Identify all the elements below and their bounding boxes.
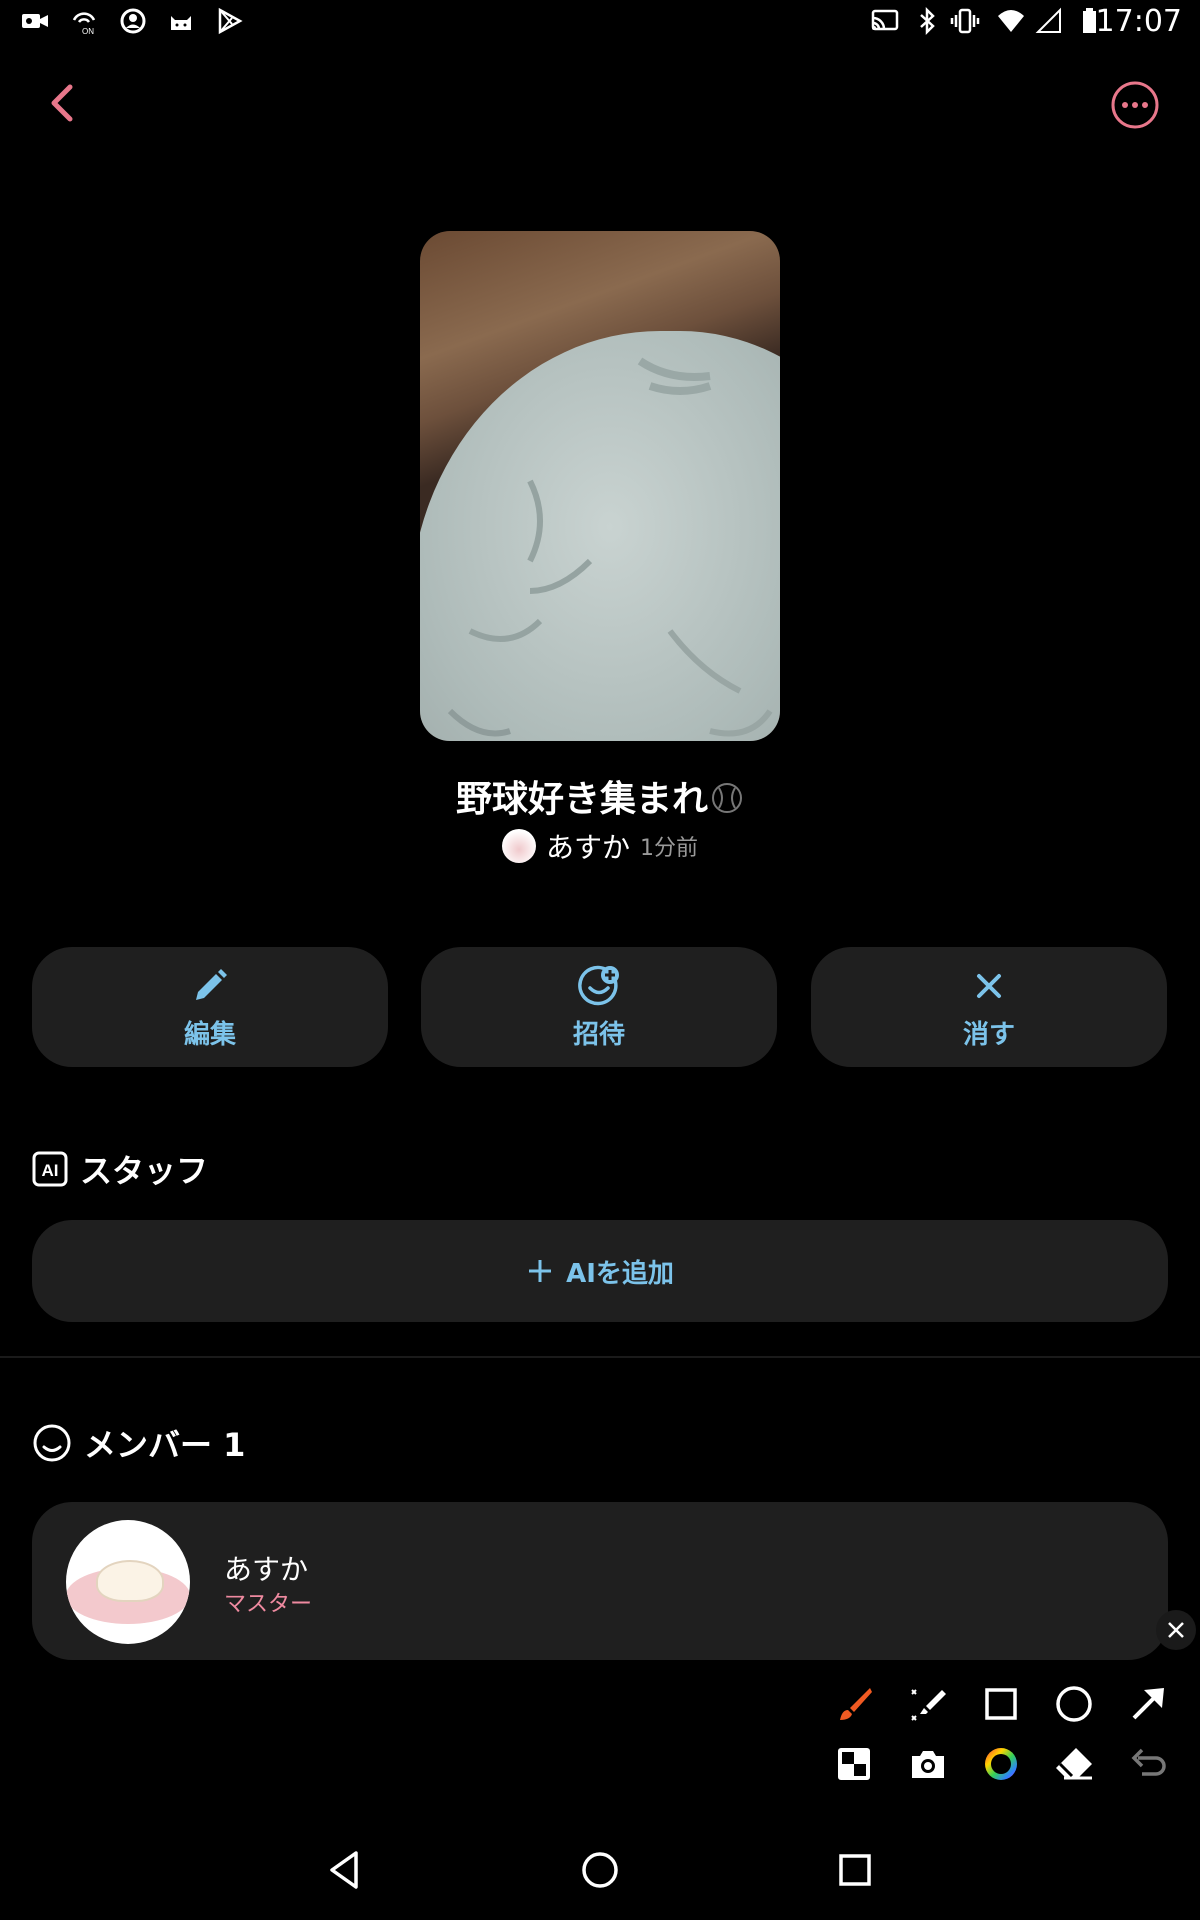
hotspot-on-icon: ON: [72, 12, 96, 36]
home-circle-icon: [582, 1852, 618, 1888]
room-title-text: 野球好き集まれ: [455, 779, 708, 820]
baseball-icon: [712, 783, 742, 813]
svg-text:AI: AI: [42, 1161, 59, 1180]
author-name: あすか: [545, 831, 630, 864]
members-section-header: メンバー 1: [32, 1420, 245, 1466]
signal-icon: [1035, 7, 1061, 33]
wifi-icon: [998, 10, 1024, 32]
play-store-icon: [218, 7, 243, 35]
nav-back-button[interactable]: [320, 1845, 370, 1895]
svg-text:ON: ON: [82, 27, 94, 36]
smile-icon: [33, 1424, 71, 1462]
post-time: 1分前: [640, 836, 698, 861]
nav-home-button[interactable]: [575, 1845, 625, 1895]
eraser-icon: [1056, 1748, 1092, 1780]
nav-recents-button[interactable]: [830, 1845, 880, 1895]
undo-tool[interactable]: [1124, 1740, 1172, 1788]
author-avatar[interactable]: [501, 829, 536, 863]
ai-badge-icon: AI: [32, 1151, 68, 1187]
delete-button[interactable]: 消す: [811, 947, 1167, 1067]
circle-tool[interactable]: [1050, 1680, 1098, 1728]
circle-icon: [1056, 1686, 1092, 1722]
members-title: メンバー 1: [84, 1426, 246, 1464]
author-row: あすか 1分前: [0, 826, 1200, 866]
bluetooth-icon: [920, 6, 935, 36]
add-ai-label: AIを追加: [566, 1258, 674, 1289]
vibrate-icon: [950, 8, 980, 34]
toolbar-close-button[interactable]: [1156, 1610, 1196, 1650]
invite-label: 招待: [572, 1019, 625, 1050]
member-list-item[interactable]: あすか マスター: [32, 1502, 1168, 1660]
rectangle-tool[interactable]: [977, 1680, 1025, 1728]
arrow-tool[interactable]: [1124, 1680, 1172, 1728]
staff-section-header: AI スタッフ: [32, 1146, 208, 1192]
person-sync-icon: [120, 8, 146, 34]
staff-title: スタッフ: [80, 1152, 209, 1190]
more-options-button[interactable]: [1110, 80, 1160, 130]
more-horizontal-icon: [1111, 81, 1159, 129]
member-name: あすか: [224, 1553, 309, 1586]
color-picker-tool[interactable]: [977, 1740, 1025, 1788]
cat-icon: [171, 16, 191, 30]
pencil-icon: [196, 968, 227, 1000]
mosaic-icon: [838, 1748, 870, 1780]
member-role: マスター: [224, 1592, 313, 1617]
undo-icon: [1131, 1748, 1166, 1776]
close-icon: [1168, 1622, 1184, 1638]
highlighter-tool[interactable]: [904, 1680, 952, 1728]
plus-icon: [529, 1260, 552, 1282]
highlighter-icon: [911, 1689, 946, 1721]
recents-square-icon: [839, 1854, 871, 1886]
camera-tool[interactable]: [904, 1740, 952, 1788]
baseball-photo: [420, 331, 780, 741]
add-person-icon: [578, 965, 619, 1005]
chevron-left-icon: [51, 84, 73, 122]
close-icon: [977, 973, 1001, 998]
edit-label: 編集: [183, 1019, 236, 1050]
back-button[interactable]: [38, 78, 88, 128]
back-triangle-icon: [330, 1851, 358, 1889]
cast-icon: [871, 9, 899, 31]
add-ai-button[interactable]: AIを追加: [32, 1220, 1168, 1322]
brush-icon: [840, 1688, 872, 1720]
sheep-illustration: [96, 1560, 164, 1602]
room-title: 野球好き集まれ: [0, 770, 1200, 822]
section-divider: [0, 1356, 1200, 1358]
status-bar: ON 17:07: [0, 0, 1200, 44]
brush-tool[interactable]: [830, 1680, 878, 1728]
invite-button[interactable]: 招待: [421, 947, 777, 1067]
color-wheel-icon: [985, 1748, 1017, 1780]
video-camera-icon: [22, 14, 48, 28]
camera-icon: [912, 1751, 944, 1778]
eraser-tool[interactable]: [1050, 1740, 1098, 1788]
rectangle-icon: [985, 1688, 1017, 1720]
delete-label: 消す: [962, 1019, 1015, 1050]
mosaic-tool[interactable]: [830, 1740, 878, 1788]
edit-button[interactable]: 編集: [32, 947, 388, 1067]
clock: 17:07: [1095, 4, 1182, 39]
members-count: 1: [223, 1426, 246, 1464]
room-cover-image[interactable]: [420, 231, 780, 741]
member-avatar[interactable]: [66, 1520, 190, 1644]
arrow-icon: [1132, 1688, 1164, 1720]
